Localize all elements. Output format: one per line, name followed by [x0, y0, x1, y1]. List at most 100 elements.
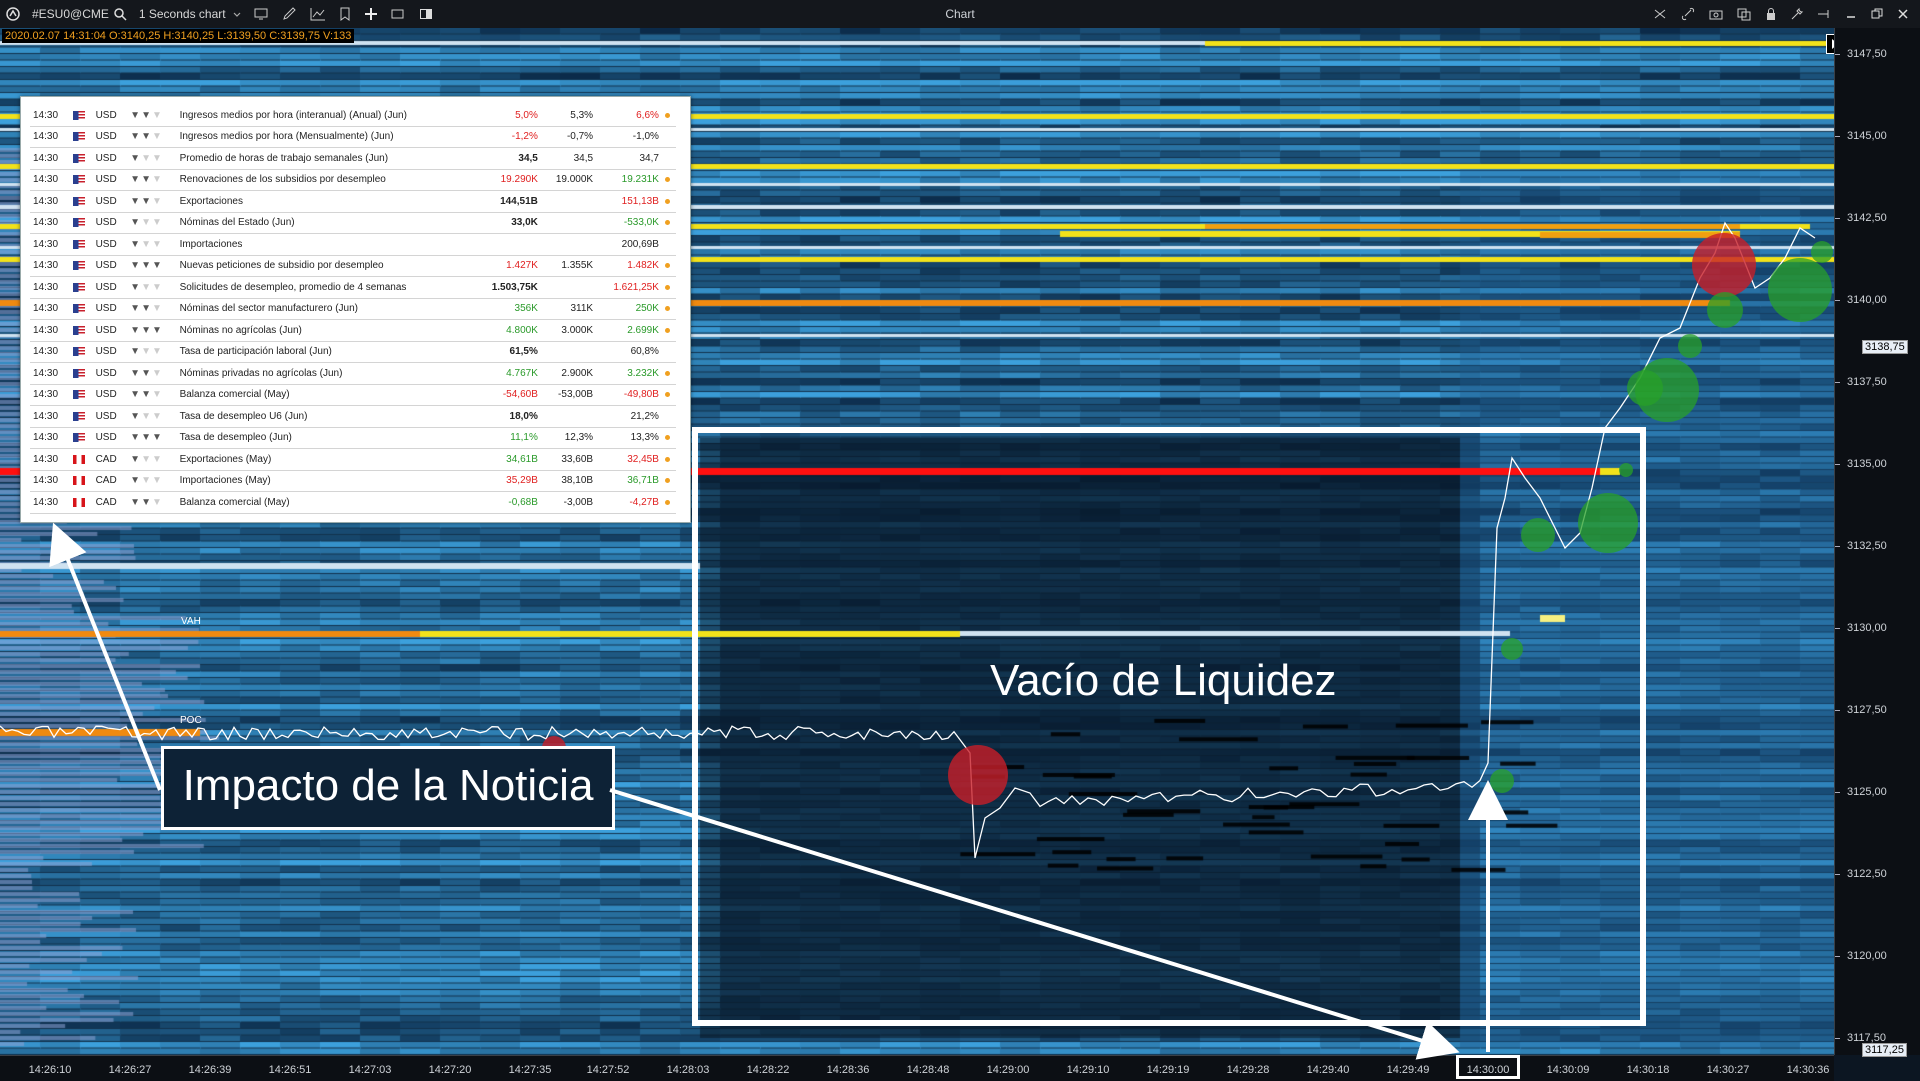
news-previous: 250K	[596, 298, 662, 320]
news-previous: 34,7	[596, 147, 662, 170]
minimize-button[interactable]	[1838, 0, 1864, 28]
layout-button[interactable]	[384, 0, 412, 28]
pin-icon	[1818, 10, 1829, 18]
news-row[interactable]: 14:30 USD ▼▼▼ Nóminas privadas no agrícolas…	[30, 362, 676, 385]
news-row[interactable]: 14:30 USD ▼▼▼ Tasa de desempleo (Jun) 11,1% 1…	[30, 427, 676, 449]
lock-button[interactable]	[1758, 0, 1784, 28]
clone-button[interactable]	[1730, 0, 1758, 28]
time-axis[interactable]: 14:26:10 14:26:27 14:26:39 14:26:51 14:27:03…	[0, 1055, 1834, 1081]
news-dot-cell	[661, 212, 676, 234]
close-button[interactable]	[1890, 0, 1916, 28]
bull-icon: ▼	[141, 346, 152, 358]
news-time: 14:30	[30, 491, 70, 514]
news-row[interactable]: 14:30 CAD ▼▼▼ Balanza comercial (May) -0,68B…	[30, 491, 676, 514]
news-row[interactable]: 14:30 USD ▼▼▼ Balanza comercial (May) -54,60…	[30, 384, 676, 406]
news-dot-cell	[661, 255, 676, 277]
news-actual: 356K	[474, 298, 541, 320]
screenshot-button[interactable]	[1702, 0, 1730, 28]
news-row[interactable]: 14:30 USD ▼▼▼ Importaciones 200,69B	[30, 233, 676, 256]
news-row[interactable]: 14:30 USD ▼▼▼ Exportaciones 144,51B 151,13B	[30, 190, 676, 213]
restore-button[interactable]	[1864, 0, 1890, 28]
vah-label: VAH	[181, 616, 201, 627]
news-event: Importaciones (May)	[176, 470, 475, 492]
news-row[interactable]: 14:30 CAD ▼▼▼ Exportaciones (May) 34,61B 33,6…	[30, 448, 676, 471]
update-dot-icon	[664, 284, 670, 290]
news-dot-cell	[661, 491, 676, 514]
settings-button[interactable]	[1784, 0, 1810, 28]
pin-button[interactable]	[1810, 0, 1838, 28]
news-time: 14:30	[30, 276, 70, 299]
link-button[interactable]	[1674, 0, 1702, 28]
bull-icon: ▼	[151, 475, 163, 487]
us-flag-icon	[72, 347, 85, 357]
news-row[interactable]: 14:30 USD ▼▼▼ Renovaciones de los subsidios…	[30, 169, 676, 191]
time-tick: 14:28:48	[906, 1064, 950, 1076]
news-previous: 1.482K	[596, 255, 662, 277]
crosshair-button[interactable]	[1646, 0, 1674, 28]
chart-style-button[interactable]	[248, 0, 276, 28]
news-previous: 32,45B	[596, 448, 662, 471]
timeframe-selector[interactable]: 1 Seconds chart	[133, 0, 248, 28]
time-tick: 14:29:40	[1306, 1064, 1350, 1076]
bull-icon: ▼	[130, 131, 142, 143]
news-event: Promedio de horas de trabajo semanales (…	[176, 147, 475, 170]
panel-toggle-button[interactable]	[412, 0, 440, 28]
news-row[interactable]: 14:30 USD ▼▼▼ Nóminas del sector manufactur…	[30, 298, 676, 320]
news-previous: 200,69B	[596, 233, 662, 256]
templates-button[interactable]	[332, 0, 358, 28]
news-time: 14:30	[30, 427, 70, 449]
time-tick: 14:30:36	[1786, 1064, 1830, 1076]
app-logo[interactable]	[0, 0, 26, 28]
news-row[interactable]: 14:30 USD ▼▼▼ Tasa de desempleo U6 (Jun) 18,…	[30, 405, 676, 428]
symbol-selector[interactable]: #ESU0@CME	[26, 0, 133, 28]
link-icon	[1681, 7, 1695, 21]
importance-icons: ▼▼▼	[127, 341, 177, 363]
news-dot-cell	[661, 384, 676, 406]
bull-icon: ▼	[151, 174, 163, 186]
bull-icon: ▼	[141, 260, 152, 272]
indicators-button[interactable]	[304, 0, 332, 28]
bull-icon: ▼	[130, 410, 142, 422]
time-tick: 14:29:49	[1386, 1064, 1430, 1076]
news-row[interactable]: 14:30 USD ▼▼▼ Nuevas peticiones de subsidio…	[30, 255, 676, 277]
flag-cell	[69, 362, 93, 385]
copy-icon	[1737, 8, 1751, 21]
news-currency: USD	[92, 147, 128, 170]
us-flag-icon	[72, 368, 85, 378]
drawing-tool-button[interactable]	[276, 0, 304, 28]
flag-cell	[69, 470, 93, 492]
news-row[interactable]: 14:30 USD ▼▼▼ Promedio de horas de trabajo …	[30, 147, 676, 170]
news-actual: -1,2%	[474, 126, 541, 148]
poc-label: POC	[180, 715, 202, 726]
news-row[interactable]: 14:30 USD ▼▼▼ Solicitudes de desempleo, pro…	[30, 276, 676, 299]
us-flag-icon	[72, 261, 85, 271]
importance-icons: ▼▼▼	[127, 427, 177, 449]
news-row[interactable]: 14:30 USD ▼▼▼ Nóminas del Estado (Jun) 33,0K…	[30, 212, 676, 234]
update-dot-icon	[664, 478, 670, 484]
scroll-to-end-button[interactable]	[1826, 34, 1834, 54]
news-row[interactable]: 14:30 USD ▼▼▼ Nóminas no agrícolas (Jun) 4.8…	[30, 319, 676, 342]
news-actual: 35,29B	[474, 470, 541, 492]
importance-icons: ▼▼▼	[127, 255, 177, 277]
bull-icon: ▼	[151, 303, 163, 315]
importance-icons: ▼▼▼	[127, 384, 177, 406]
add-button[interactable]	[358, 0, 384, 28]
price-axis[interactable]: 3147,50 3145,00 3142,50 3140,00 3137,50 3135,…	[1834, 28, 1920, 1055]
news-previous: 151,13B	[596, 190, 662, 213]
time-tick: 14:30:27	[1706, 1064, 1750, 1076]
importance-icons: ▼▼▼	[127, 298, 177, 320]
time-tick: 14:29:19	[1146, 1064, 1190, 1076]
time-tick: 14:29:28	[1226, 1064, 1270, 1076]
news-row[interactable]: 14:30 USD ▼▼▼ Tasa de participación laboral…	[30, 341, 676, 363]
time-tick: 14:27:52	[586, 1064, 630, 1076]
news-actual: 61,5%	[474, 341, 541, 363]
us-flag-icon	[72, 325, 85, 335]
toolbar: #ESU0@CME 1 Seconds chart Chart	[0, 0, 1920, 29]
news-currency: USD	[92, 105, 128, 127]
news-row[interactable]: 14:30 CAD ▼▼▼ Importaciones (May) 35,29B 38,1…	[30, 470, 676, 492]
news-row[interactable]: 14:30 USD ▼▼▼ Ingresos medios por hora (int…	[30, 105, 676, 127]
us-flag-icon	[72, 304, 85, 314]
news-forecast: -53,00B	[540, 384, 597, 406]
news-row[interactable]: 14:30 USD ▼▼▼ Ingresos medios por hora (Men…	[30, 126, 676, 148]
news-forecast: 19.000K	[540, 169, 597, 191]
